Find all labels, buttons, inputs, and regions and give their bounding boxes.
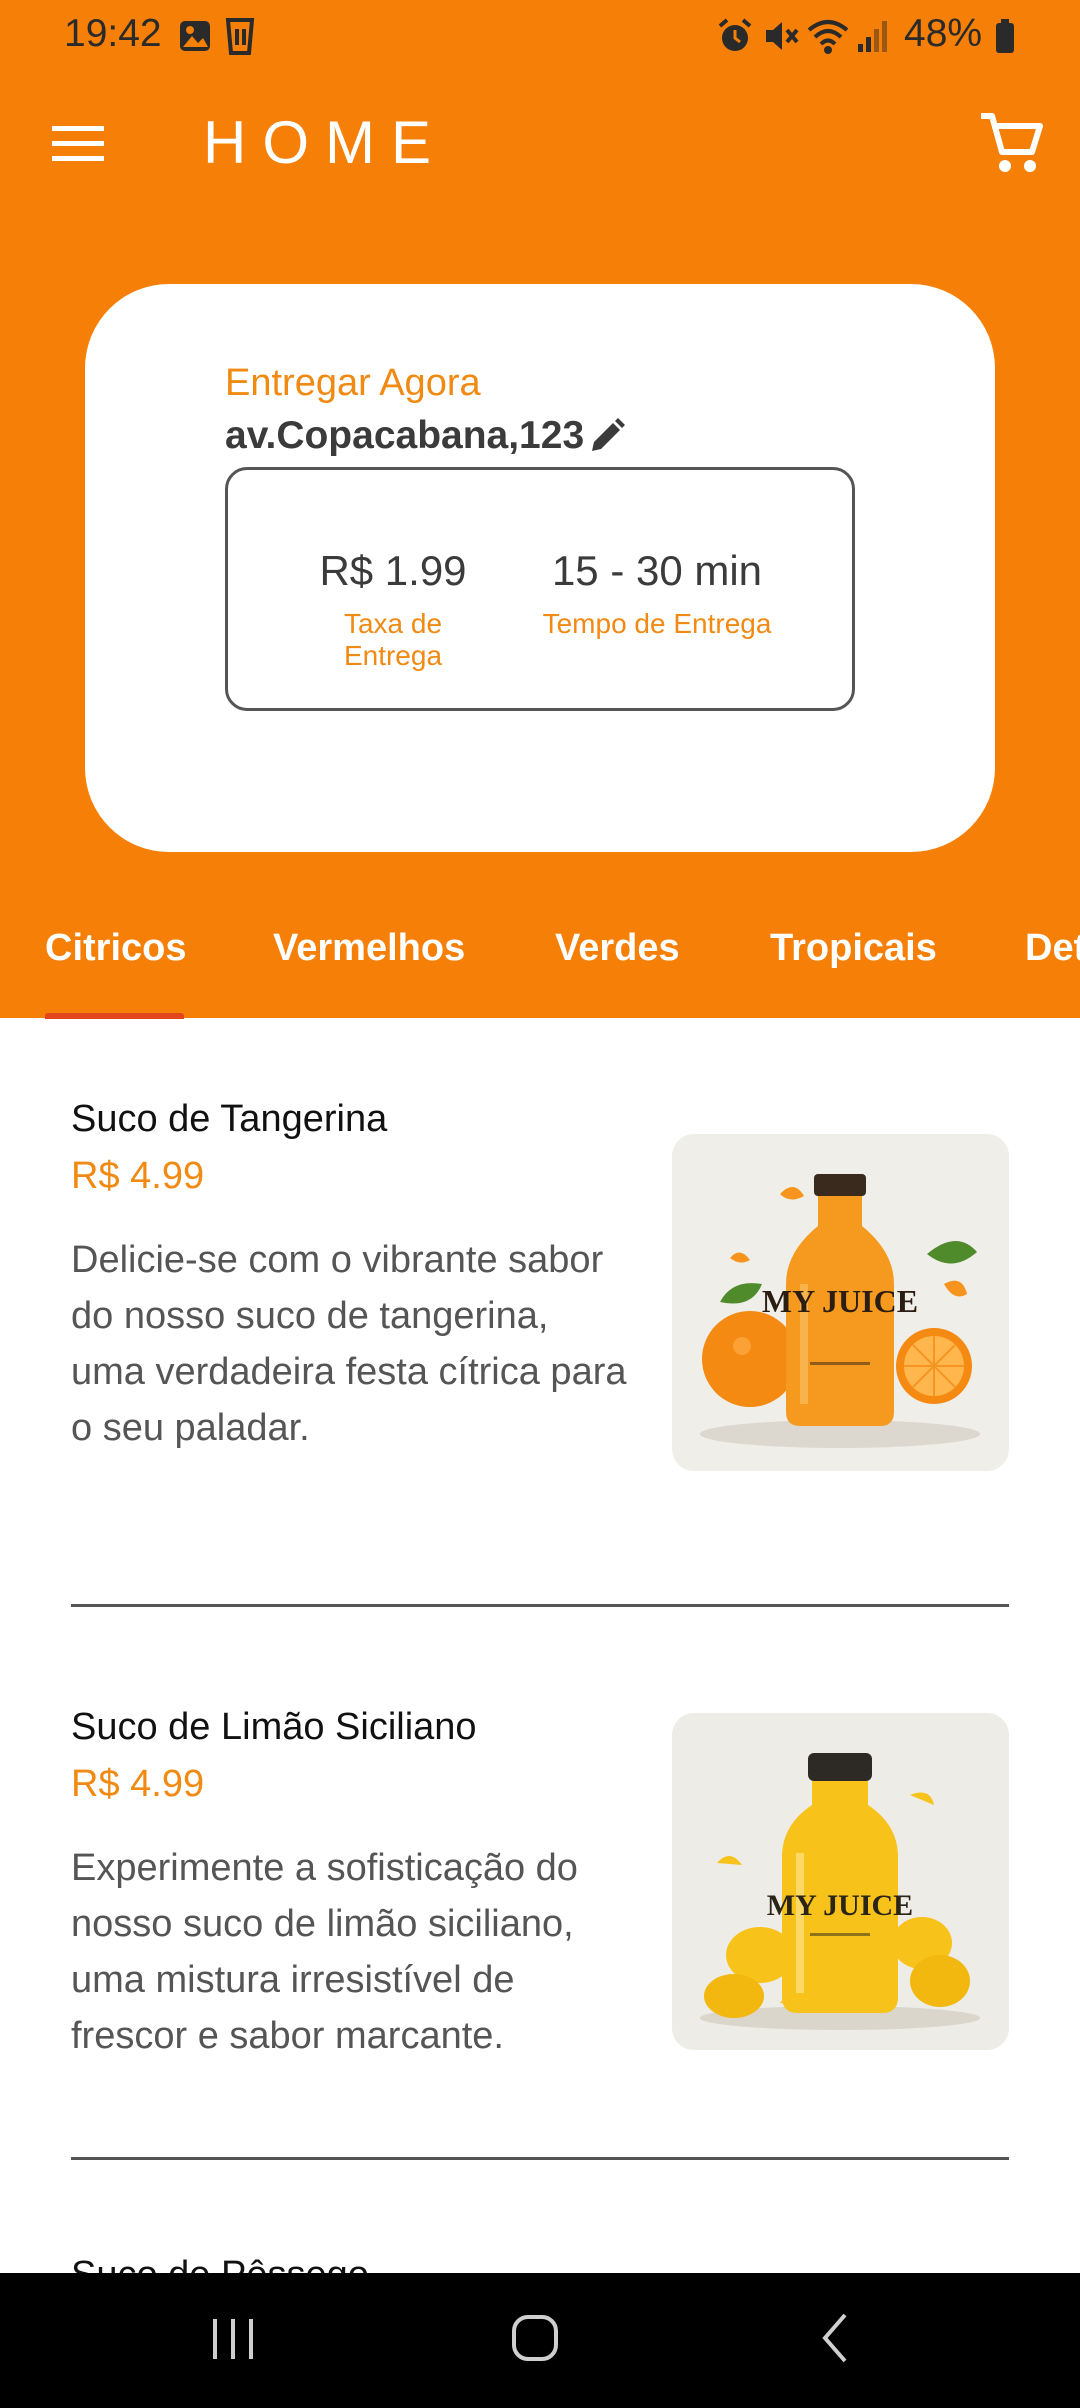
hamburger-menu-icon[interactable]	[48, 118, 110, 168]
delivery-heading: Entregar Agora	[225, 362, 481, 404]
status-bar: 19:42 48%	[0, 0, 1080, 72]
product-divider	[71, 2157, 1009, 2160]
product-divider	[71, 1604, 1009, 1607]
lemon-juice-image: MY JUICE	[672, 1713, 1009, 2050]
tab-verdes[interactable]: Verdes	[555, 927, 680, 970]
gallery-icon	[180, 21, 210, 51]
signal-icon	[858, 21, 887, 52]
delivery-time-label: Tempo de Entrega	[542, 608, 772, 640]
back-icon[interactable]	[797, 2303, 877, 2373]
tab-vermelhos[interactable]: Vermelhos	[273, 927, 465, 970]
delivery-fee: R$ 1.99 Taxa de Entrega	[296, 547, 490, 672]
home-icon[interactable]	[495, 2303, 575, 2373]
tab-det[interactable]: Det	[1025, 927, 1080, 970]
product-image-label: MY JUICE	[762, 1283, 918, 1319]
mute-icon	[766, 22, 799, 50]
tab-citricos[interactable]: Citricos	[45, 927, 186, 970]
delivery-time: 15 - 30 min Tempo de Entrega	[532, 547, 782, 640]
recent-apps-icon[interactable]	[193, 2303, 273, 2373]
shopping-cart-icon[interactable]	[976, 108, 1046, 178]
delivery-fee-value: R$ 1.99	[319, 547, 467, 594]
system-nav-bar	[0, 2273, 1080, 2408]
delivery-time-value: 15 - 30 min	[551, 547, 763, 594]
alarm-icon	[718, 18, 752, 51]
page-title: HOME	[203, 109, 447, 176]
category-tabs: Citricos Vermelhos Verdes Tropicais Det	[0, 905, 1080, 1019]
product-image-label: MY JUICE	[767, 1889, 913, 1922]
cup-icon	[225, 18, 255, 55]
battery-icon	[996, 19, 1014, 53]
product-description: Experimente a sofisticação do nosso suco…	[71, 1847, 578, 2057]
app-bar: HOME	[0, 72, 1080, 212]
tab-indicator	[45, 1013, 184, 1019]
tangerine-juice-image: MY JUICE	[672, 1134, 1009, 1471]
wifi-icon	[807, 20, 849, 54]
product-name: Suco de Limão Siciliano	[71, 1706, 477, 1748]
product-price: R$ 4.99	[71, 1763, 205, 1805]
product-price: R$ 4.99	[71, 1155, 205, 1197]
address-row[interactable]: av.Copacabana,123	[225, 414, 626, 458]
status-time: 19:42	[64, 12, 162, 55]
delivery-address: av.Copacabana,123	[225, 414, 585, 457]
delivery-fee-label: Taxa de Entrega	[343, 608, 443, 672]
product-name: Suco de Tangerina	[71, 1098, 388, 1140]
battery-percent: 48%	[904, 12, 983, 55]
edit-pencil-icon[interactable]	[588, 417, 626, 455]
delivery-info-box: R$ 1.99 Taxa de Entrega 15 - 30 min Temp…	[225, 467, 855, 711]
product-description: Delicie-se com o vibrante sabor do nosso…	[71, 1239, 627, 1449]
tab-tropicais[interactable]: Tropicais	[770, 927, 937, 970]
